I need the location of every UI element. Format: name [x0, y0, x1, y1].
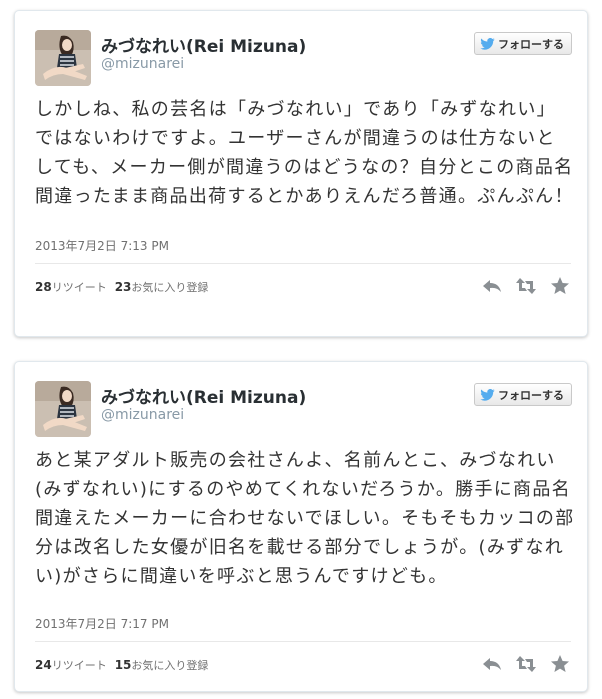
- avatar[interactable]: [35, 381, 91, 437]
- favorite-count: 23: [114, 280, 132, 294]
- divider: [35, 263, 571, 264]
- tweet-timestamp[interactable]: 2013年7月2日 7:17 PM: [35, 615, 169, 632]
- tweet-stats: 28リツイート 23お気に入り登録: [35, 279, 208, 295]
- tweet-text: しかしね、私の芸名は「みづなれい」であり「みずなれい」ではないわけですよ。ユーザ…: [35, 99, 574, 207]
- user-handle[interactable]: @mizunarei: [101, 56, 184, 72]
- tweet-timestamp[interactable]: 2013年7月2日 7:13 PM: [35, 237, 169, 254]
- follow-label: フォローする: [498, 388, 564, 402]
- retweet-icon[interactable]: [515, 275, 537, 297]
- star-icon[interactable]: [549, 275, 571, 297]
- star-icon[interactable]: [549, 653, 571, 675]
- twitter-bird-icon: [480, 388, 495, 401]
- reply-icon[interactable]: [481, 653, 503, 675]
- retweet-stat[interactable]: 28リツイート: [35, 279, 107, 295]
- tweet-card: みづなれい(Rei Mizuna) @mizunarei フォローする しかしね…: [14, 10, 588, 337]
- favorite-stat-label: お気に入り登録: [131, 281, 209, 294]
- tweet-actions: [481, 653, 571, 675]
- retweet-stat-label: リツイート: [51, 659, 107, 672]
- follow-button[interactable]: フォローする: [474, 32, 572, 55]
- divider: [35, 641, 571, 642]
- display-name[interactable]: みづなれい(Rei Mizuna): [101, 32, 306, 57]
- twitter-bird-icon: [480, 37, 495, 50]
- tweet-text: あと某アダルト販売の会社さんよ、名前んとこ、みづなれい(みずなれい)にするのやめ…: [35, 450, 575, 587]
- tweet-card: みづなれい(Rei Mizuna) @mizunarei フォローする あと某ア…: [14, 361, 588, 692]
- favorite-stat[interactable]: 23お気に入り登録: [115, 279, 209, 295]
- retweet-stat[interactable]: 24リツイート: [35, 657, 107, 673]
- retweet-count: 28: [35, 280, 52, 294]
- follow-label: フォローする: [498, 37, 564, 51]
- favorite-count: 15: [114, 658, 132, 672]
- avatar-photo: [35, 381, 91, 437]
- user-handle[interactable]: @mizunarei: [101, 407, 184, 423]
- avatar-photo: [35, 30, 91, 86]
- display-name[interactable]: みづなれい(Rei Mizuna): [101, 383, 306, 408]
- retweet-stat-label: リツイート: [51, 281, 107, 294]
- favorite-stat-label: お気に入り登録: [131, 659, 209, 672]
- avatar[interactable]: [35, 30, 91, 86]
- retweet-icon[interactable]: [515, 653, 537, 675]
- follow-button[interactable]: フォローする: [474, 383, 572, 406]
- tweet-actions: [481, 275, 571, 297]
- favorite-stat[interactable]: 15お気に入り登録: [115, 657, 209, 673]
- tweet-stats: 24リツイート 15お気に入り登録: [35, 657, 208, 673]
- retweet-count: 24: [35, 658, 52, 672]
- reply-icon[interactable]: [481, 275, 503, 297]
